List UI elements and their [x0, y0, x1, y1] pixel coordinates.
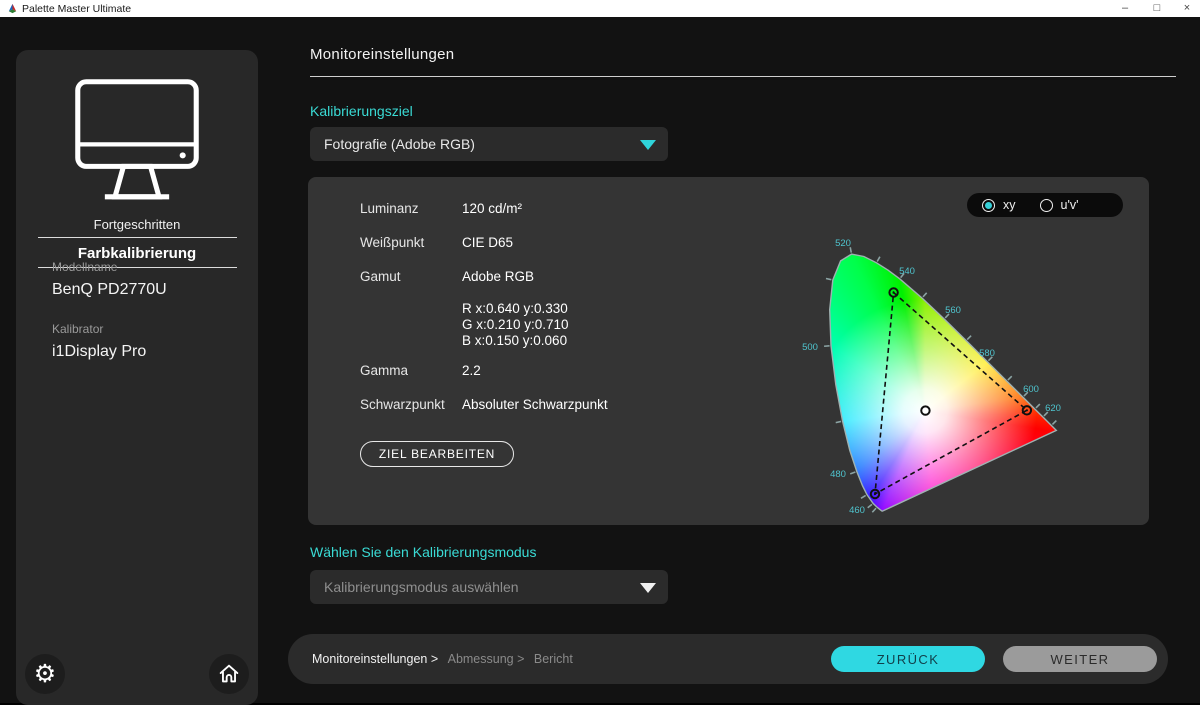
chevron-down-icon [640, 583, 656, 593]
red-primary: R x:0.640 y:0.330 [462, 301, 569, 317]
svg-text:620: 620 [1045, 403, 1061, 414]
radio-selected-icon [982, 199, 995, 212]
target-details-panel: Luminanz 120 cd/m² Weißpunkt CIE D65 Gam… [308, 177, 1149, 525]
toggle-xy-label: xy [1003, 198, 1016, 212]
whitepoint-value: CIE D65 [462, 235, 513, 250]
toggle-uv-label: u'v' [1061, 198, 1079, 212]
home-button[interactable] [209, 654, 249, 694]
window-titlebar: Palette Master Ultimate – □ × [0, 0, 1200, 17]
settings-button[interactable]: ⚙ [25, 654, 65, 694]
gamut-value: Adobe RGB [462, 269, 534, 284]
svg-text:500: 500 [802, 342, 818, 353]
app-logo-icon [7, 3, 18, 14]
green-primary: G x:0.210 y:0.710 [462, 317, 569, 333]
page-title: Monitoreinstellungen [310, 46, 454, 63]
svg-text:600: 600 [1023, 384, 1039, 395]
breadcrumb-monitor-settings: Monitoreinstellungen > [312, 652, 438, 666]
model-name-value: BenQ PD2770U [52, 281, 167, 299]
calibration-target-selected: Fotografie (Adobe RGB) [324, 127, 475, 161]
svg-text:560: 560 [945, 305, 961, 316]
divider [38, 237, 237, 238]
breadcrumb-measurement: Abmessung > [448, 652, 525, 666]
window-title: Palette Master Ultimate [22, 3, 131, 15]
calibration-mode-dropdown[interactable]: Kalibrierungsmodus auswählen [310, 570, 668, 604]
home-icon [216, 661, 242, 687]
app-surface: Fortgeschritten Farbkalibrierung Modelln… [0, 17, 1200, 703]
title-divider [310, 76, 1176, 77]
calibrator-value: i1Display Pro [52, 343, 146, 361]
monitor-icon [43, 75, 231, 207]
sidebar: Fortgeschritten Farbkalibrierung Modelln… [16, 50, 258, 705]
svg-text:480: 480 [830, 469, 846, 480]
calibration-target-label: Kalibrierungsziel [310, 103, 413, 119]
footer-bar: Monitoreinstellungen > Abmessung > Beric… [288, 634, 1168, 684]
back-button[interactable]: ZURÜCK [831, 646, 985, 672]
calibrator-label: Kalibrator [52, 322, 103, 336]
breadcrumb-report: Bericht [534, 652, 573, 666]
toggle-option-xy[interactable]: xy [982, 198, 1016, 212]
blue-primary: B x:0.150 y:0.060 [462, 333, 569, 349]
radio-unselected-icon [1040, 199, 1053, 212]
svg-text:460: 460 [849, 505, 865, 516]
svg-text:520: 520 [835, 238, 851, 249]
close-button[interactable]: × [1176, 0, 1198, 17]
gamut-label: Gamut [360, 269, 401, 284]
gamma-value: 2.2 [462, 363, 481, 378]
model-name-label: Modellname [52, 260, 117, 274]
gamut-rgb-coordinates: R x:0.640 y:0.330 G x:0.210 y:0.710 B x:… [462, 301, 569, 349]
calibration-mode-placeholder: Kalibrierungsmodus auswählen [324, 570, 519, 604]
svg-text:540: 540 [899, 266, 915, 277]
blackpoint-value: Absoluter Schwarzpunkt [462, 397, 608, 412]
luminance-value: 120 cd/m² [462, 201, 522, 216]
calibration-mode-label: Wählen Sie den Kalibrierungsmodus [310, 544, 536, 560]
chevron-down-icon [640, 140, 656, 150]
diagram-mode-toggle: xy u'v' [967, 193, 1123, 217]
minimize-button[interactable]: – [1112, 0, 1138, 17]
luminance-label: Luminanz [360, 201, 419, 216]
calibration-target-dropdown[interactable]: Fotografie (Adobe RGB) [310, 127, 668, 161]
toggle-option-uv[interactable]: u'v' [1040, 198, 1079, 212]
edit-target-button[interactable]: ZIEL BEARBEITEN [360, 441, 514, 467]
maximize-button[interactable]: □ [1144, 0, 1170, 17]
chromaticity-white-core [790, 228, 1090, 528]
blackpoint-label: Schwarzpunkt [360, 397, 445, 412]
next-button[interactable]: WEITER [1003, 646, 1157, 672]
whitepoint-label: Weißpunkt [360, 235, 424, 250]
gear-icon: ⚙ [34, 662, 56, 687]
chromaticity-diagram: 520540560580600620500480460 [790, 228, 1090, 528]
breadcrumb: Monitoreinstellungen > Abmessung > Beric… [312, 634, 573, 684]
mode-label: Fortgeschritten [16, 217, 258, 232]
gamma-label: Gamma [360, 363, 408, 378]
